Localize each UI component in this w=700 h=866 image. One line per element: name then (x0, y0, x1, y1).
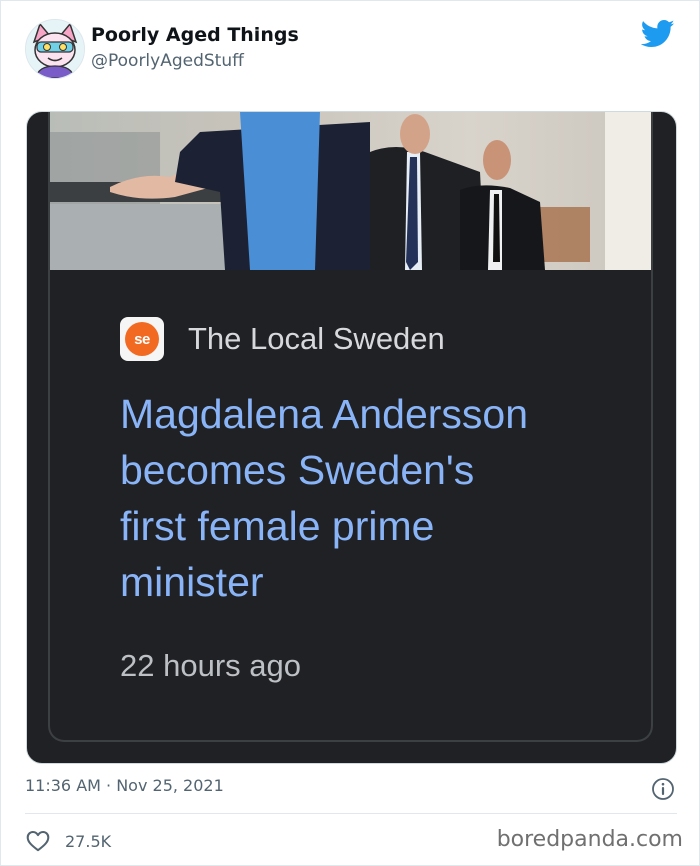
news-age: 22 hours ago (120, 648, 301, 683)
twitter-bird-icon[interactable] (641, 19, 675, 49)
author-display-name[interactable]: Poorly Aged Things (91, 23, 299, 47)
headline-line: first female prime (120, 503, 435, 549)
author-handle[interactable]: @PoorlyAgedStuff (91, 49, 299, 73)
info-icon[interactable] (651, 777, 675, 801)
like-count: 27.5K (65, 831, 112, 851)
like-action[interactable]: 27.5K (25, 827, 111, 855)
author-names: Poorly Aged Things @PoorlyAgedStuff (91, 23, 299, 73)
heart-icon[interactable] (25, 828, 51, 854)
cartoon-avatar-icon (26, 20, 84, 78)
tweet-header: Poorly Aged Things @PoorlyAgedStuff (25, 19, 681, 83)
news-source: se The Local Sweden (120, 317, 445, 361)
news-headline[interactable]: Magdalena Andersson becomes Sweden's fir… (120, 386, 620, 610)
tweet-embed: Poorly Aged Things @PoorlyAgedStuff se T… (0, 0, 700, 866)
headline-line: Magdalena Andersson (120, 391, 529, 437)
news-card[interactable]: se The Local Sweden Magdalena Andersson … (48, 112, 653, 742)
watermark: boredpanda.com (496, 827, 683, 852)
avatar[interactable] (25, 19, 85, 79)
source-logo-badge: se (125, 322, 159, 356)
divider (25, 813, 677, 814)
tweet-timestamp[interactable]: 11:36 AM · Nov 25, 2021 (25, 776, 224, 795)
headline-line: becomes Sweden's (120, 447, 475, 493)
tweet-media[interactable]: se The Local Sweden Magdalena Andersson … (26, 111, 677, 764)
source-name: The Local Sweden (188, 321, 445, 356)
headline-line: minister (120, 559, 264, 605)
source-logo: se (120, 317, 164, 361)
